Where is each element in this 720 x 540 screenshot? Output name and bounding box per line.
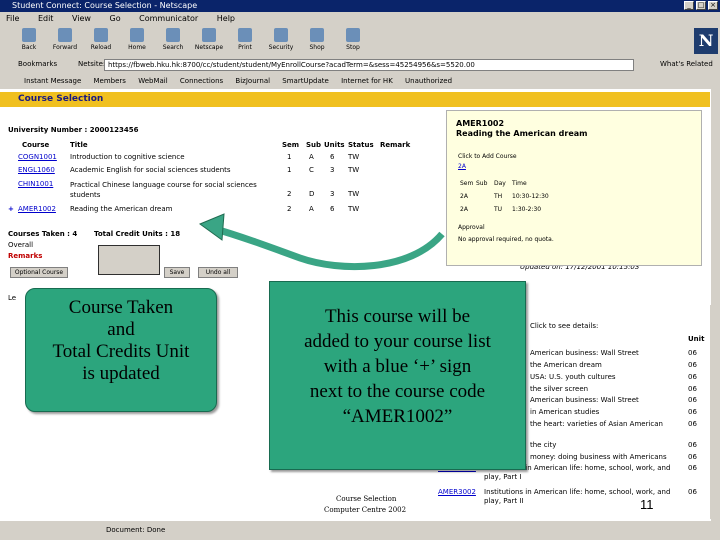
callout-line: with a blue ‘+’ sign: [323, 356, 472, 377]
callout-line: This course will be: [324, 306, 471, 327]
callout-line: added to your course list: [304, 331, 491, 352]
callout-line: Total Credits Unit: [52, 341, 190, 362]
callout-line: Course Taken: [68, 297, 174, 318]
click-to-see-details: Click to see details:: [530, 322, 599, 330]
callout-course-added: This course will be added to your course…: [269, 281, 526, 470]
list-item-unit: 06: [688, 349, 697, 357]
list-item-unit: 06: [688, 361, 697, 369]
list-item-text: the heart: varieties of Asian American: [530, 420, 663, 428]
list-item-text: American business: Wall Street: [530, 396, 639, 404]
list-item-text: the city: [530, 441, 557, 449]
list-item-unit: 06: [688, 373, 697, 381]
unit-header: Unit: [688, 335, 705, 343]
inner-scrollbar[interactable]: [710, 305, 720, 519]
curved-arrow-shaft: [211, 224, 445, 271]
list-item-unit: 06: [688, 453, 697, 461]
slide-number: 11: [640, 497, 654, 512]
list-item-text: the American dream: [530, 361, 602, 369]
list-item-text: money: doing business with Americans: [530, 453, 667, 461]
list-item-unit: 06: [688, 441, 697, 449]
list-item-unit: 06: [688, 464, 697, 472]
arrow-head-icon: [198, 213, 225, 241]
callout-course-taken: Course Taken and Total Credits Unit is u…: [25, 288, 217, 412]
callout-line: “AMER1002”: [342, 406, 453, 427]
list-item-text: Institutions in American life: home, sch…: [484, 488, 671, 505]
callout-line: and: [107, 319, 135, 340]
footer-line1: Course Selection: [336, 495, 397, 503]
list-item-unit: 06: [688, 408, 697, 416]
status-bar: Document: Done: [0, 521, 720, 540]
status-text: Document: Done: [106, 526, 166, 534]
list-item-text: American business: Wall Street: [530, 349, 639, 357]
list-item-text: in American studies: [530, 408, 600, 416]
list-item-text: USA: U.S. youth cultures: [530, 373, 616, 381]
callout-line: is updated: [82, 363, 160, 384]
list-item-unit: 06: [688, 488, 697, 496]
list-item-unit: 06: [688, 385, 697, 393]
list-item-unit: 06: [688, 396, 697, 404]
list-item-unit: 06: [688, 420, 697, 428]
callout-line: next to the course code: [309, 381, 486, 402]
list-item-code-link[interactable]: AMER3002: [438, 488, 476, 496]
list-item-text: the silver screen: [530, 385, 589, 393]
footer-line2: Computer Centre 2002: [324, 506, 407, 514]
